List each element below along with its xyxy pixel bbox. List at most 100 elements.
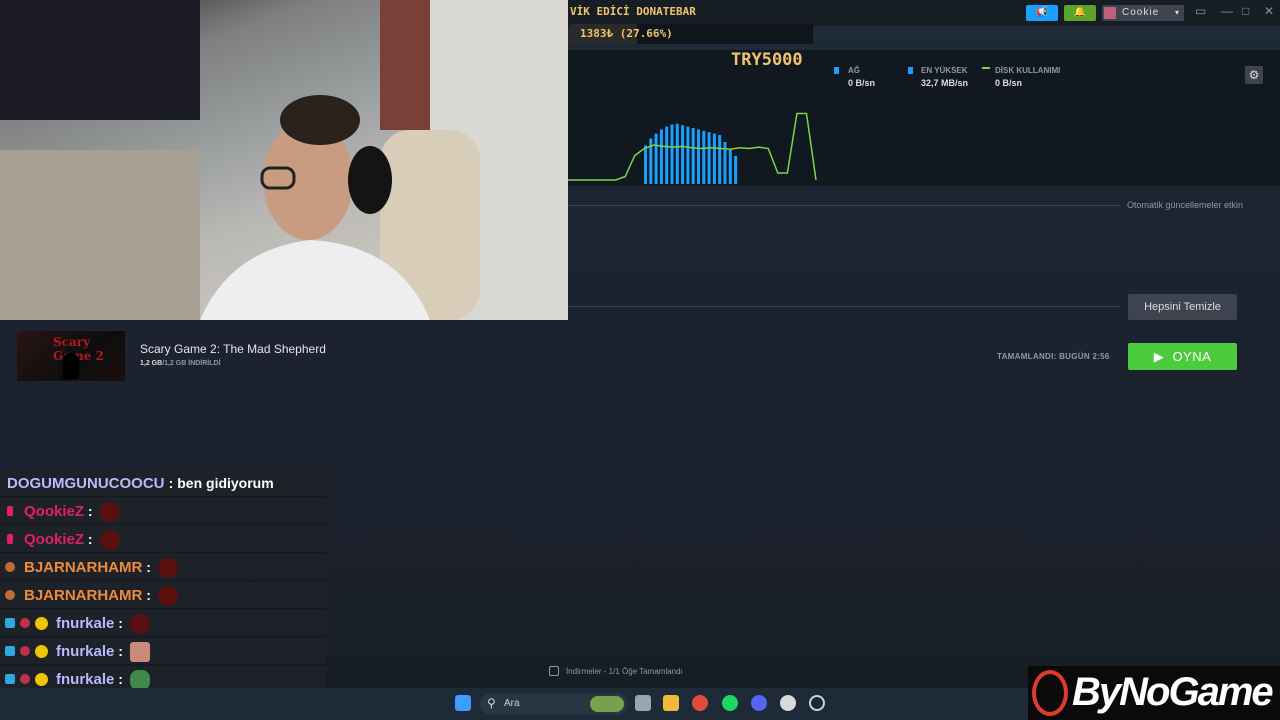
network-bar bbox=[728, 149, 732, 184]
chat-message: fnurkale : bbox=[0, 610, 326, 637]
emote-icon bbox=[130, 670, 150, 690]
network-bar bbox=[697, 129, 700, 184]
legend-peak: EN YÜKSEK 32,7 MB/sn bbox=[921, 66, 969, 88]
network-bar bbox=[670, 124, 674, 184]
chat-user: DOGUMGUNUCOOCU bbox=[7, 475, 165, 492]
legend-disk: DİSK KULLANIMI 0 B/sn bbox=[995, 66, 1061, 88]
downloads-status[interactable]: İndirmeler - 1/1 Öğe Tamamlandı bbox=[566, 667, 683, 676]
mic-badge-icon bbox=[7, 534, 13, 544]
emote-icon bbox=[130, 642, 150, 662]
search-icon: ⚲ bbox=[487, 696, 496, 710]
chat-message: QookieZ : bbox=[0, 526, 326, 553]
logo-mark bbox=[1032, 670, 1068, 716]
chat-overlay: DOGUMGUNUCOOCU : ben gidiyorum QookieZ :… bbox=[0, 470, 326, 720]
network-bar bbox=[659, 129, 663, 184]
webcam-scene bbox=[0, 0, 568, 320]
cookie-badge-icon bbox=[5, 590, 15, 600]
network-bar bbox=[718, 135, 722, 184]
chat-user: fnurkale bbox=[56, 643, 115, 660]
gift-badge-icon bbox=[35, 673, 48, 686]
announcements-button[interactable]: 📢 bbox=[1026, 5, 1058, 21]
account-name: Cookie bbox=[1122, 7, 1160, 18]
maximize-icon[interactable]: □ bbox=[1242, 4, 1249, 18]
chat-user: BJARNARHAMR bbox=[24, 559, 143, 576]
sub-badge-icon bbox=[20, 646, 30, 656]
app-icon[interactable] bbox=[780, 695, 796, 711]
discord-icon[interactable] bbox=[751, 695, 767, 711]
mic-badge-icon bbox=[7, 506, 13, 516]
emote-icon bbox=[158, 586, 178, 606]
game-title[interactable]: Scary Game 2: The Mad Shepherd bbox=[140, 342, 326, 356]
completed-label: TAMAMLANDI: BUGÜN 2:56 bbox=[997, 352, 1110, 361]
donation-title: VİK EDİCİ DONATEBAR bbox=[570, 5, 696, 18]
legend-marker bbox=[834, 67, 839, 74]
chrome-icon[interactable] bbox=[692, 695, 708, 711]
network-bar bbox=[686, 126, 690, 184]
emote-icon bbox=[100, 530, 120, 550]
gift-badge-icon bbox=[35, 617, 48, 630]
download-size: 1,2 GB/1,2 GB İNDİRİLDİ bbox=[140, 360, 221, 367]
chat-user: fnurkale bbox=[56, 671, 115, 688]
legend-marker bbox=[908, 67, 913, 74]
legend-marker bbox=[982, 67, 990, 69]
gem-badge-icon bbox=[5, 618, 15, 628]
chat-message: BJARNARHAMR : bbox=[0, 554, 326, 581]
bynogame-logo: ByNoGame bbox=[1028, 666, 1280, 720]
donation-amount: 1383₺ (27.66%) bbox=[580, 27, 673, 40]
webcam-overlay bbox=[0, 0, 568, 320]
minimize-icon[interactable]: — bbox=[1221, 4, 1233, 18]
search-highlight-image bbox=[590, 696, 624, 712]
logo-text: ByNoGame bbox=[1072, 670, 1274, 714]
megaphone-icon: 📢 bbox=[1035, 7, 1049, 18]
steam-icon[interactable] bbox=[809, 695, 825, 711]
spotify-icon[interactable] bbox=[722, 695, 738, 711]
bell-icon: 🔔 bbox=[1073, 7, 1087, 18]
sub-badge-icon bbox=[20, 618, 30, 628]
chat-user: BJARNARHAMR bbox=[24, 587, 143, 604]
network-bar bbox=[712, 133, 716, 184]
gift-badge-icon bbox=[35, 645, 48, 658]
network-bar bbox=[665, 126, 669, 184]
gem-badge-icon bbox=[5, 646, 15, 656]
gear-icon[interactable]: ⚙ bbox=[1245, 66, 1263, 84]
monitor-icon[interactable]: ▭ bbox=[1195, 4, 1206, 18]
chat-user: fnurkale bbox=[56, 615, 115, 632]
emote-icon bbox=[158, 558, 178, 578]
emote-icon bbox=[100, 502, 120, 522]
avatar bbox=[1104, 7, 1116, 19]
gem-badge-icon bbox=[5, 674, 15, 684]
legend-network: AĞ 0 B/sn bbox=[848, 66, 876, 88]
network-bar bbox=[707, 132, 711, 184]
windows-start-icon[interactable] bbox=[455, 695, 471, 711]
file-explorer-icon[interactable] bbox=[663, 695, 679, 711]
divider bbox=[568, 205, 1120, 206]
chat-message: fnurkale : bbox=[0, 638, 326, 665]
chat-user: QookieZ bbox=[24, 503, 85, 520]
close-icon[interactable]: ✕ bbox=[1264, 4, 1274, 18]
chat-user: QookieZ bbox=[24, 531, 85, 548]
clear-all-button[interactable]: Hepsini Temizle bbox=[1128, 294, 1237, 320]
network-bar bbox=[734, 156, 738, 184]
emote-icon bbox=[130, 614, 150, 634]
downloads-icon bbox=[549, 666, 559, 676]
sub-badge-icon bbox=[20, 674, 30, 684]
search-label: Ara bbox=[504, 698, 520, 709]
account-menu[interactable]: Cookie ▾ bbox=[1102, 5, 1184, 21]
auto-updates-label: Otomatik güncellemeler etkin bbox=[1127, 200, 1244, 210]
network-bar bbox=[675, 123, 679, 184]
cookie-badge-icon bbox=[5, 562, 15, 572]
chat-message: BJARNARHAMR : bbox=[0, 582, 326, 609]
divider bbox=[568, 306, 1120, 307]
network-bar bbox=[681, 125, 685, 184]
chat-message: QookieZ : bbox=[0, 498, 326, 525]
task-view-icon[interactable] bbox=[635, 695, 651, 711]
network-bar bbox=[691, 128, 695, 184]
taskbar-search[interactable]: ⚲ Ara bbox=[480, 693, 628, 715]
network-bar bbox=[654, 133, 658, 184]
game-thumbnail[interactable]: Scary Game 2 bbox=[17, 331, 125, 381]
chevron-down-icon: ▾ bbox=[1174, 8, 1180, 17]
play-button[interactable]: ▶ OYNA bbox=[1128, 343, 1237, 370]
notifications-button[interactable]: 🔔 bbox=[1064, 5, 1096, 21]
network-bar bbox=[644, 145, 647, 184]
network-bar bbox=[702, 130, 706, 184]
